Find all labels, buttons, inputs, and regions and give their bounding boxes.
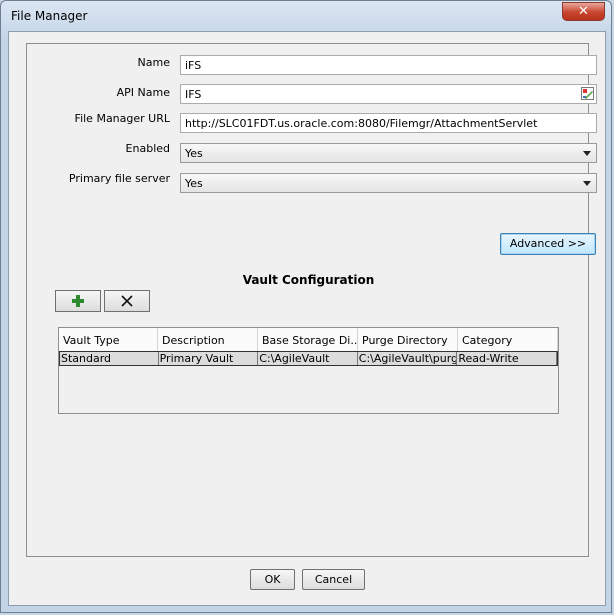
- url-label: File Manager URL: [74, 112, 170, 125]
- primary-file-server-select[interactable]: Yes: [180, 173, 597, 193]
- cell-vault-type: Standard: [60, 352, 159, 365]
- api-name-value: IFS: [185, 88, 202, 101]
- api-name-field[interactable]: IFS: [180, 84, 597, 104]
- ok-button[interactable]: OK: [250, 569, 295, 590]
- url-field[interactable]: http://SLC01FDT.us.oracle.com:8080/Filem…: [180, 113, 597, 133]
- add-vault-button[interactable]: [55, 290, 101, 312]
- close-button[interactable]: ✕: [562, 2, 605, 21]
- enabled-label: Enabled: [125, 142, 170, 155]
- file-manager-window: File Manager ✕ Name iFS API Name IFS Fil…: [0, 0, 612, 613]
- vault-configuration-title: Vault Configuration: [242, 273, 375, 287]
- x-icon: [121, 295, 133, 307]
- cancel-button[interactable]: Cancel: [302, 569, 365, 590]
- vault-table-header: Vault Type Description Base Storage Di..…: [59, 328, 558, 351]
- name-field[interactable]: iFS: [180, 55, 597, 75]
- column-header-purge-directory[interactable]: Purge Directory: [358, 328, 458, 351]
- advanced-button[interactable]: Advanced >>: [500, 233, 596, 255]
- chevron-down-icon: [583, 151, 591, 156]
- column-header-vault-type[interactable]: Vault Type: [59, 328, 158, 351]
- dialog-body: Name iFS API Name IFS File Manager URL h…: [8, 31, 606, 606]
- cell-description: Primary Vault: [159, 352, 259, 365]
- column-header-base-storage-directory[interactable]: Base Storage Di...: [258, 328, 358, 351]
- api-name-label: API Name: [116, 86, 170, 99]
- column-header-description[interactable]: Description: [158, 328, 258, 351]
- chevron-down-icon: [583, 181, 591, 186]
- primary-file-server-label: Primary file server: [68, 172, 170, 185]
- edit-icon[interactable]: [581, 87, 594, 100]
- settings-panel: Name iFS API Name IFS File Manager URL h…: [26, 43, 597, 557]
- enabled-select[interactable]: Yes: [180, 143, 597, 163]
- plus-icon: [72, 295, 84, 307]
- table-row[interactable]: Standard Primary Vault C:\AgileVault C:\…: [59, 351, 558, 366]
- name-label: Name: [137, 56, 170, 69]
- close-icon: ✕: [578, 3, 589, 18]
- column-header-category[interactable]: Category: [458, 328, 558, 351]
- vault-table: Vault Type Description Base Storage Di..…: [58, 327, 559, 414]
- cell-purge-directory: C:\AgileVault\purge: [358, 352, 458, 365]
- window-title: File Manager: [11, 9, 88, 23]
- cell-base-storage-directory: C:\AgileVault: [258, 352, 358, 365]
- primary-file-server-value: Yes: [185, 177, 203, 190]
- cell-category: Read-Write: [457, 352, 557, 365]
- remove-vault-button[interactable]: [104, 290, 150, 312]
- enabled-value: Yes: [185, 147, 203, 160]
